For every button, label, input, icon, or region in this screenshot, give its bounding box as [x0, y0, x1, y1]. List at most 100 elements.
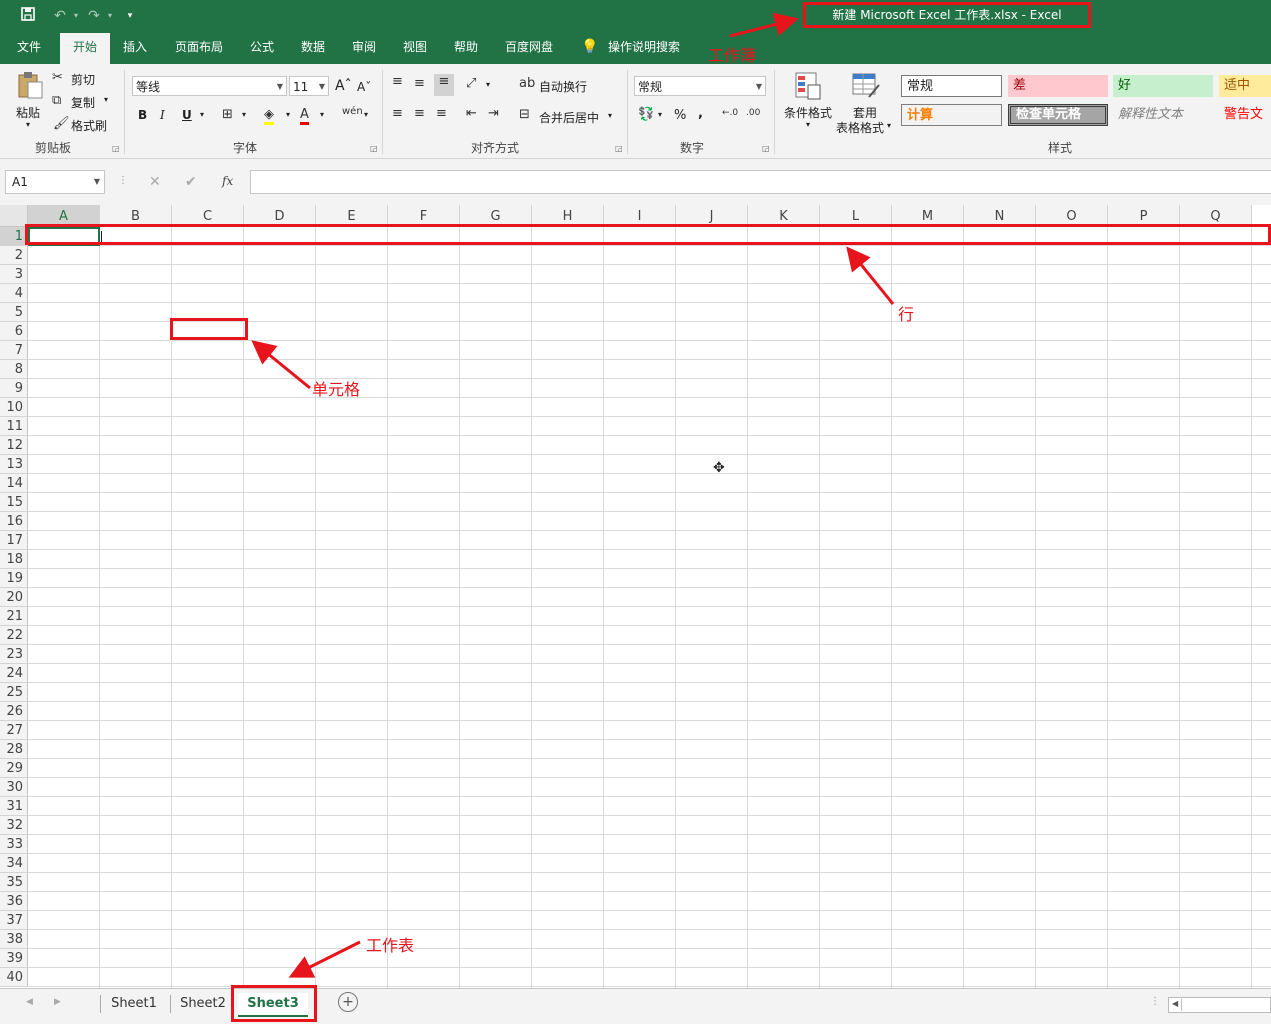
align-middle-icon[interactable]: ≡: [414, 76, 425, 91]
clipboard-launcher-icon[interactable]: ◲: [112, 144, 120, 153]
font-name-select[interactable]: 等线 ▼: [132, 76, 287, 96]
copy-dropdown-icon[interactable]: ▾: [104, 95, 108, 104]
row-header[interactable]: 38: [0, 930, 28, 949]
next-sheet-icon[interactable]: ▶: [54, 997, 61, 1007]
row-header[interactable]: 37: [0, 911, 28, 930]
increase-font-icon[interactable]: Aˆ: [335, 78, 352, 94]
row-header[interactable]: 10: [0, 398, 28, 417]
row-header[interactable]: 18: [0, 550, 28, 569]
decrease-decimal-icon[interactable]: .00: [746, 108, 760, 118]
format-painter-button[interactable]: 格式刷: [71, 117, 107, 134]
decrease-indent-icon[interactable]: ⇤: [466, 106, 477, 121]
scroll-left-icon[interactable]: ◀: [1172, 999, 1178, 1008]
copy-icon[interactable]: ⧉: [52, 93, 61, 108]
decrease-font-icon[interactable]: Aˇ: [357, 80, 371, 94]
tab-split-grip-icon[interactable]: ⋮: [1150, 996, 1160, 1007]
style-warning[interactable]: 警告文: [1219, 104, 1271, 126]
percent-button[interactable]: %: [674, 108, 686, 123]
row-header[interactable]: 3: [0, 265, 28, 284]
style-neutral[interactable]: 适中: [1219, 75, 1271, 97]
border-icon[interactable]: ⊞: [222, 107, 233, 122]
formula-input[interactable]: [250, 170, 1271, 194]
row-header[interactable]: 14: [0, 474, 28, 493]
enter-icon[interactable]: ✔: [185, 174, 197, 190]
insert-function-button[interactable]: fx: [222, 174, 233, 188]
wrap-text-icon[interactable]: ab: [519, 76, 535, 91]
fill-color-dropdown-icon[interactable]: ▾: [286, 110, 290, 119]
row-header[interactable]: 8: [0, 360, 28, 379]
cell-area[interactable]: [28, 227, 1271, 988]
prev-sheet-icon[interactable]: ◀: [26, 997, 33, 1007]
row-header[interactable]: 31: [0, 797, 28, 816]
merge-center-icon[interactable]: ⊟: [519, 107, 530, 122]
row-header[interactable]: 32: [0, 816, 28, 835]
merge-center-button[interactable]: 合并后居中: [539, 109, 599, 126]
row-header[interactable]: 1: [0, 227, 28, 246]
row-header[interactable]: 4: [0, 284, 28, 303]
style-explanatory[interactable]: 解释性文本: [1113, 104, 1213, 126]
row-header[interactable]: 26: [0, 702, 28, 721]
row-header[interactable]: 33: [0, 835, 28, 854]
copy-button[interactable]: 复制: [71, 94, 95, 111]
underline-button[interactable]: U: [182, 108, 192, 122]
format-table-dropdown-icon[interactable]: ▾: [887, 121, 891, 130]
cancel-icon[interactable]: ✕: [149, 174, 161, 190]
tell-me-search[interactable]: 操作说明搜索: [604, 33, 684, 64]
tab-page-layout[interactable]: 页面布局: [170, 33, 228, 64]
row-header[interactable]: 30: [0, 778, 28, 797]
increase-indent-icon[interactable]: ⇥: [488, 106, 499, 121]
conditional-dropdown-icon[interactable]: ▾: [806, 120, 810, 129]
font-color-icon[interactable]: A: [300, 107, 309, 125]
font-size-select[interactable]: 11 ▼: [289, 76, 329, 96]
accounting-dropdown-icon[interactable]: ▾: [658, 110, 662, 119]
select-all-button[interactable]: [0, 205, 28, 227]
phonetic-icon[interactable]: wén: [342, 106, 363, 117]
row-header[interactable]: 20: [0, 588, 28, 607]
undo-dropdown-icon[interactable]: ▾: [66, 6, 86, 26]
new-sheet-icon[interactable]: +: [338, 992, 358, 1012]
redo-dropdown-icon[interactable]: ▾: [100, 6, 120, 26]
align-right-icon[interactable]: ≡: [436, 106, 447, 121]
lightbulb-icon[interactable]: 💡: [580, 33, 600, 64]
tab-home[interactable]: 开始: [60, 33, 110, 64]
italic-button[interactable]: I: [160, 108, 165, 122]
tab-formulas[interactable]: 公式: [243, 33, 281, 64]
style-good[interactable]: 好: [1113, 75, 1213, 97]
scissors-icon[interactable]: ✂: [52, 70, 63, 85]
cut-button[interactable]: 剪切: [71, 71, 95, 88]
accounting-format-icon[interactable]: 💱: [638, 107, 654, 122]
phonetic-dropdown-icon[interactable]: ▾: [364, 110, 368, 119]
align-center-icon[interactable]: ≡: [414, 106, 425, 121]
tab-insert[interactable]: 插入: [116, 33, 154, 64]
row-header[interactable]: 12: [0, 436, 28, 455]
row-header[interactable]: 27: [0, 721, 28, 740]
underline-dropdown-icon[interactable]: ▾: [200, 110, 204, 119]
row-header[interactable]: 19: [0, 569, 28, 588]
name-box[interactable]: A1 ▼: [5, 170, 105, 194]
tab-view[interactable]: 视图: [396, 33, 434, 64]
row-header[interactable]: 22: [0, 626, 28, 645]
align-left-icon[interactable]: ≡: [392, 106, 403, 121]
paste-icon[interactable]: [14, 70, 46, 100]
tab-data[interactable]: 数据: [294, 33, 332, 64]
wrap-text-button[interactable]: 自动换行: [539, 78, 587, 95]
format-painter-icon[interactable]: 🖌: [53, 116, 70, 131]
format-as-table-icon[interactable]: [851, 71, 881, 101]
row-header[interactable]: 11: [0, 417, 28, 436]
orientation-dropdown-icon[interactable]: ▾: [486, 80, 490, 89]
number-format-select[interactable]: 常规 ▼: [634, 76, 766, 96]
row-header[interactable]: 40: [0, 968, 28, 987]
row-header[interactable]: 7: [0, 341, 28, 360]
row-header[interactable]: 5: [0, 303, 28, 322]
horizontal-scrollbar[interactable]: ◀: [1168, 997, 1271, 1013]
row-header[interactable]: 21: [0, 607, 28, 626]
tab-review[interactable]: 审阅: [345, 33, 383, 64]
conditional-formatting-icon[interactable]: [793, 71, 823, 101]
tab-file[interactable]: 文件: [10, 33, 48, 64]
customize-qat-icon[interactable]: ▾: [120, 6, 140, 26]
row-header[interactable]: 29: [0, 759, 28, 778]
paste-button[interactable]: 粘贴: [16, 104, 40, 121]
sheet-tab-1[interactable]: Sheet1: [104, 993, 164, 1015]
alignment-launcher-icon[interactable]: ◲: [615, 144, 623, 153]
row-header[interactable]: 25: [0, 683, 28, 702]
